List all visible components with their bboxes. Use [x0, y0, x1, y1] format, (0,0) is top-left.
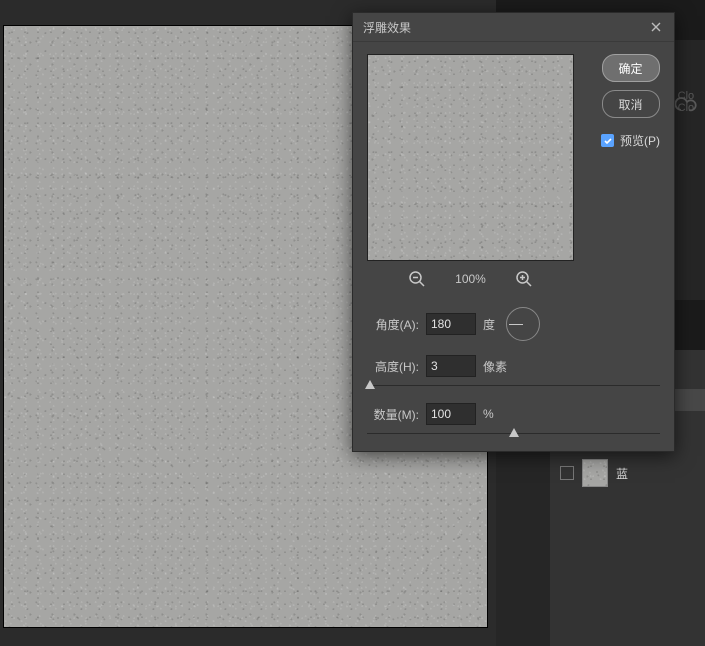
height-slider-thumb[interactable] — [365, 380, 375, 389]
close-icon[interactable] — [648, 19, 664, 35]
amount-input[interactable] — [426, 403, 476, 425]
ok-button[interactable]: 确定 — [602, 54, 660, 82]
emboss-dialog: 浮雕效果 确定 取消 预览(P) 100% — [352, 12, 675, 452]
channel-label: 蓝 — [616, 465, 628, 482]
amount-row: 数量(M): % — [367, 403, 660, 425]
height-row: 高度(H): 像素 — [367, 355, 660, 377]
angle-row: 角度(A): 度 — [367, 307, 660, 341]
height-slider[interactable] — [367, 381, 660, 391]
zoom-in-icon[interactable] — [514, 269, 534, 289]
zoom-out-icon[interactable] — [407, 269, 427, 289]
channel-thumbnail[interactable] — [582, 459, 608, 487]
amount-unit: % — [483, 407, 494, 421]
zoom-level-label: 100% — [455, 272, 486, 286]
amount-slider-thumb[interactable] — [509, 428, 519, 437]
height-label: 高度(H): — [367, 358, 419, 375]
channel-row[interactable]: 蓝 — [560, 459, 628, 487]
preview-texture — [368, 55, 573, 260]
cancel-button[interactable]: 取消 — [602, 90, 660, 118]
height-unit: 像素 — [483, 358, 507, 375]
dialog-titlebar[interactable]: 浮雕效果 — [353, 13, 674, 42]
angle-input[interactable] — [426, 313, 476, 335]
angle-dial[interactable] — [506, 307, 540, 341]
preview-label: 预览(P) — [620, 132, 660, 149]
channel-visibility-toggle[interactable] — [560, 466, 574, 480]
angle-unit: 度 — [483, 316, 495, 333]
preview-checkbox-row[interactable]: 预览(P) — [601, 132, 660, 149]
filter-preview[interactable] — [367, 54, 574, 261]
preview-checkbox[interactable] — [601, 134, 614, 147]
dialog-title-text: 浮雕效果 — [363, 19, 411, 36]
angle-label: 角度(A): — [367, 316, 419, 333]
amount-label: 数量(M): — [367, 406, 419, 423]
height-input[interactable] — [426, 355, 476, 377]
amount-slider[interactable] — [367, 429, 660, 439]
